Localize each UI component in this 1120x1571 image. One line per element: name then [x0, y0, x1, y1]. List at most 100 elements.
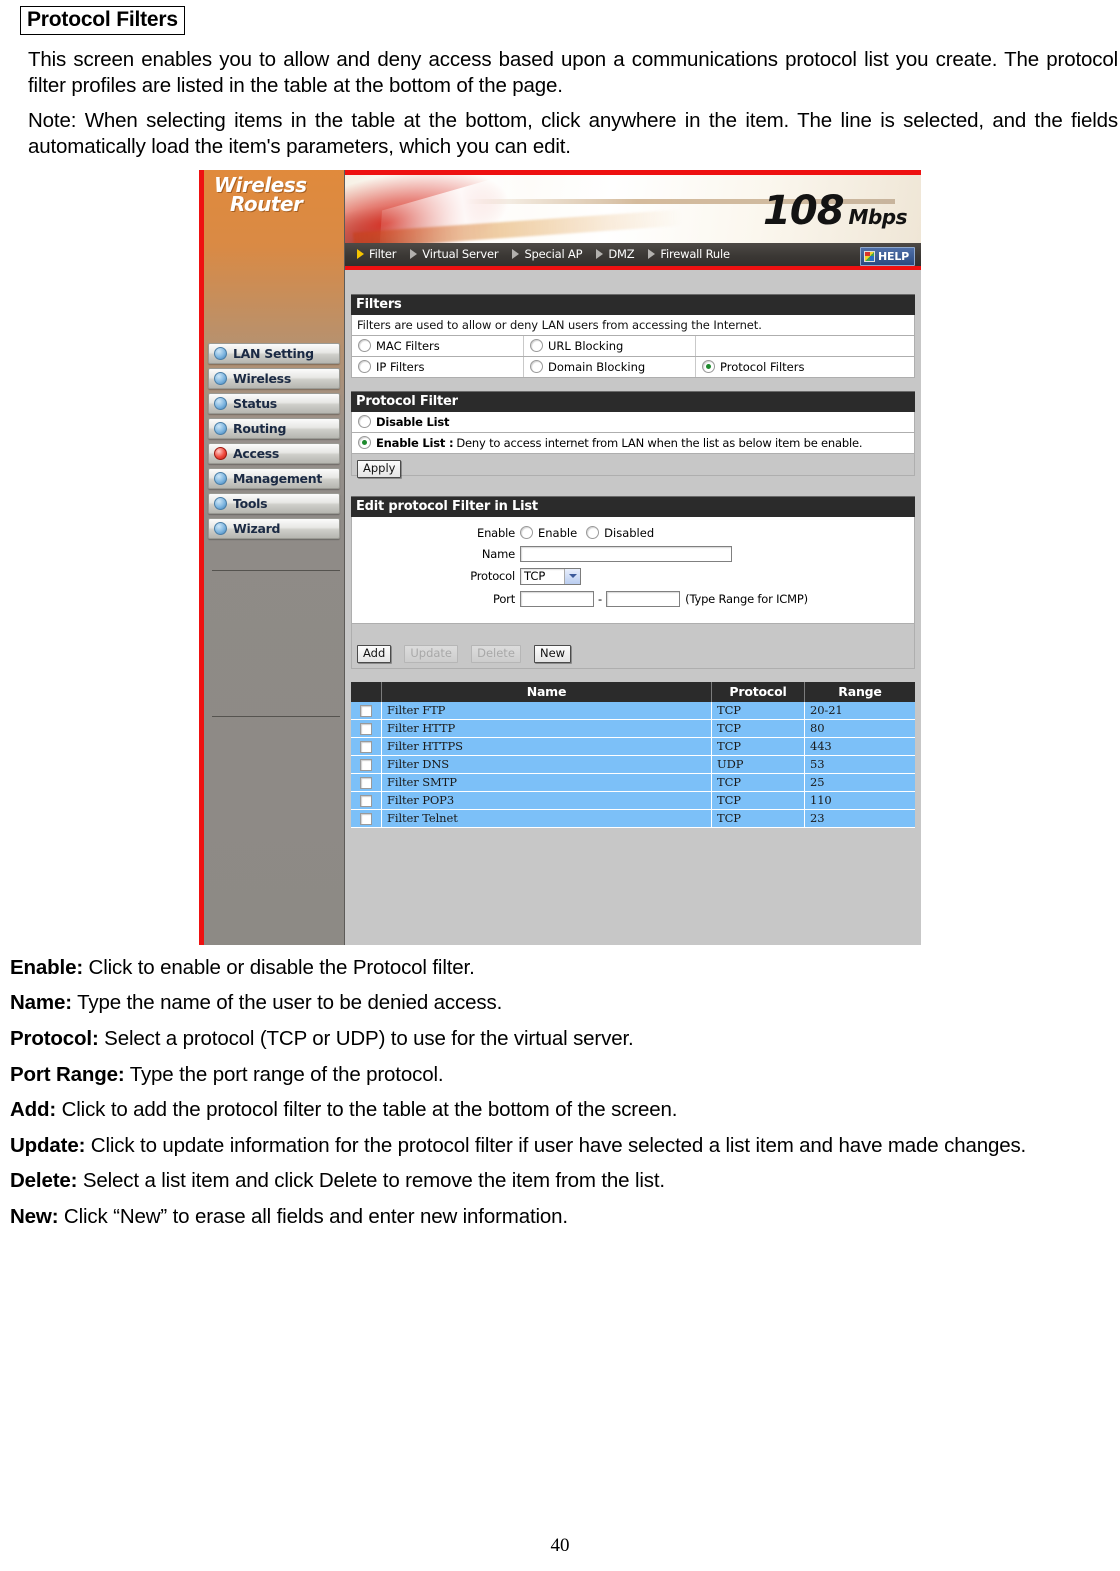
filters-row-1-empty-cell	[696, 336, 914, 356]
menu-item-firewall-rule[interactable]: Firewall Rule	[648, 247, 730, 261]
radio-option-domain-blocking[interactable]: Domain Blocking	[524, 356, 696, 377]
add-button[interactable]: Add	[357, 644, 392, 663]
description-port-range: Port Range: Type the port range of the p…	[10, 1062, 1120, 1089]
row-range-cell: 443	[804, 737, 915, 756]
protocol-filter-enable-list-option[interactable]: Enable List : Deny to access internet fr…	[351, 432, 915, 454]
sidebar-item-status[interactable]: Status	[208, 392, 340, 414]
row-name-cell: Filter Telnet	[381, 809, 712, 828]
row-checkbox-cell[interactable]	[351, 737, 382, 756]
column-header-select	[351, 681, 382, 702]
column-header-name: Name	[381, 681, 712, 702]
row-protocol-cell: TCP	[711, 719, 805, 738]
radio-icon[interactable]	[358, 415, 371, 429]
name-input[interactable]	[520, 545, 732, 562]
form-row-port: Port - (Type Range for ICMP)	[352, 590, 914, 607]
sidebar-item-wizard[interactable]: Wizard	[208, 517, 340, 539]
checkbox-icon[interactable]	[360, 794, 372, 807]
description-name: Name: Type the name of the user to be de…	[10, 990, 1120, 1017]
menu-item-dmz[interactable]: DMZ	[596, 247, 635, 261]
table-row[interactable]: Filter HTTP TCP 80	[351, 719, 915, 738]
table-row[interactable]: Filter DNS UDP 53	[351, 755, 915, 774]
row-checkbox-cell[interactable]	[351, 773, 382, 792]
row-protocol-cell: TCP	[711, 773, 805, 792]
radio-option-ip-filters[interactable]: IP Filters	[352, 356, 524, 377]
sidebar-item-routing[interactable]: Routing	[208, 417, 340, 439]
checkbox-icon[interactable]	[360, 704, 372, 717]
form-row-protocol: Protocol TCP	[352, 567, 914, 585]
port-end-input[interactable]	[606, 590, 681, 607]
page-content: Filters Filters are used to allow or den…	[345, 269, 921, 838]
radio-option-mac-filters[interactable]: MAC Filters	[352, 335, 524, 356]
protocol-select[interactable]: TCP	[520, 567, 581, 585]
radio-label: Protocol Filters	[720, 359, 805, 374]
radio-selected-icon[interactable]	[702, 360, 715, 374]
radio-icon-enable[interactable]	[520, 526, 533, 540]
checkbox-icon[interactable]	[360, 722, 372, 735]
radio-option-protocol-filters[interactable]: Protocol Filters	[696, 357, 914, 377]
menu-item-special-ap[interactable]: Special AP	[512, 247, 583, 261]
disabled-option-label: Disabled	[604, 525, 655, 540]
description-label: Name:	[10, 991, 72, 1015]
port-field-label: Port	[493, 591, 515, 606]
table-row[interactable]: Filter POP3 TCP 110	[351, 791, 915, 810]
radio-label: IP Filters	[376, 359, 425, 374]
sidebar-item-label: Access	[233, 445, 280, 461]
sidebar-item-access[interactable]: Access	[208, 442, 340, 464]
radio-icon[interactable]	[358, 339, 371, 353]
radio-icon[interactable]	[530, 360, 543, 374]
enable-field-label: Enable	[477, 525, 515, 540]
help-icon	[864, 250, 875, 262]
page-title: Protocol Filters	[20, 6, 185, 35]
radio-icon[interactable]	[530, 339, 543, 353]
table-row[interactable]: Filter FTP TCP 20-21	[351, 701, 915, 720]
help-button[interactable]: HELP	[860, 246, 915, 266]
field-descriptions: Enable: Click to enable or disable the P…	[6, 955, 1114, 1231]
row-checkbox-cell[interactable]	[351, 809, 382, 828]
table-footer-spacer	[351, 827, 915, 838]
checkbox-icon[interactable]	[360, 812, 372, 825]
description-new: New: Click “New” to erase all fields and…	[10, 1204, 1120, 1231]
row-checkbox-cell[interactable]	[351, 701, 382, 720]
checkbox-icon[interactable]	[360, 776, 372, 789]
enable-option-label: Enable	[538, 525, 578, 540]
router-screenshot-figure: Wireless Router LAN Setting Wireless Sta…	[199, 169, 921, 945]
table-row[interactable]: Filter Telnet TCP 23	[351, 809, 915, 828]
row-range-cell: 25	[804, 773, 915, 792]
chevron-down-icon[interactable]	[564, 568, 580, 584]
protocol-filter-panel-title: Protocol Filter	[351, 390, 915, 412]
bullet-icon	[214, 396, 227, 410]
row-name-cell: Filter FTP	[381, 701, 712, 720]
description-delete: Delete: Select a list item and click Del…	[10, 1168, 1120, 1195]
sidebar-item-lan-setting[interactable]: LAN Setting	[208, 342, 340, 364]
row-checkbox-cell[interactable]	[351, 791, 382, 810]
radio-label: MAC Filters	[376, 338, 440, 353]
radio-icon[interactable]	[358, 360, 371, 374]
table-spacer	[351, 668, 915, 682]
menu-item-virtual-server[interactable]: Virtual Server	[410, 247, 499, 261]
protocol-filter-disable-list-option[interactable]: Disable List	[351, 411, 915, 433]
menu-item-filter[interactable]: Filter	[357, 247, 396, 261]
radio-option-url-blocking[interactable]: URL Blocking	[524, 335, 696, 356]
apply-button[interactable]: Apply	[357, 459, 402, 478]
name-field-label: Name	[481, 546, 515, 561]
sidebar-item-wireless[interactable]: Wireless	[208, 367, 340, 389]
radio-icon-disabled[interactable]	[586, 526, 600, 540]
description-label: Protocol:	[10, 1026, 99, 1050]
row-name-cell: Filter DNS	[381, 755, 712, 774]
row-range-cell: 20-21	[804, 701, 915, 720]
new-button[interactable]: New	[534, 644, 572, 663]
checkbox-icon[interactable]	[360, 740, 372, 753]
radio-selected-icon[interactable]	[358, 436, 371, 450]
sidebar-item-tools[interactable]: Tools	[208, 492, 340, 514]
row-checkbox-cell[interactable]	[351, 719, 382, 738]
table-row[interactable]: Filter HTTPS TCP 443	[351, 737, 915, 756]
speed-badge: 108 Mbps	[763, 191, 907, 231]
sidebar-item-management[interactable]: Management	[208, 467, 340, 489]
port-start-input[interactable]	[520, 590, 594, 607]
checkbox-icon[interactable]	[360, 758, 372, 771]
table-row[interactable]: Filter SMTP TCP 25	[351, 773, 915, 792]
panel-spacer	[351, 475, 915, 496]
row-checkbox-cell[interactable]	[351, 755, 382, 774]
column-header-protocol: Protocol	[711, 681, 805, 702]
sidebar-item-label: LAN Setting	[233, 345, 314, 361]
